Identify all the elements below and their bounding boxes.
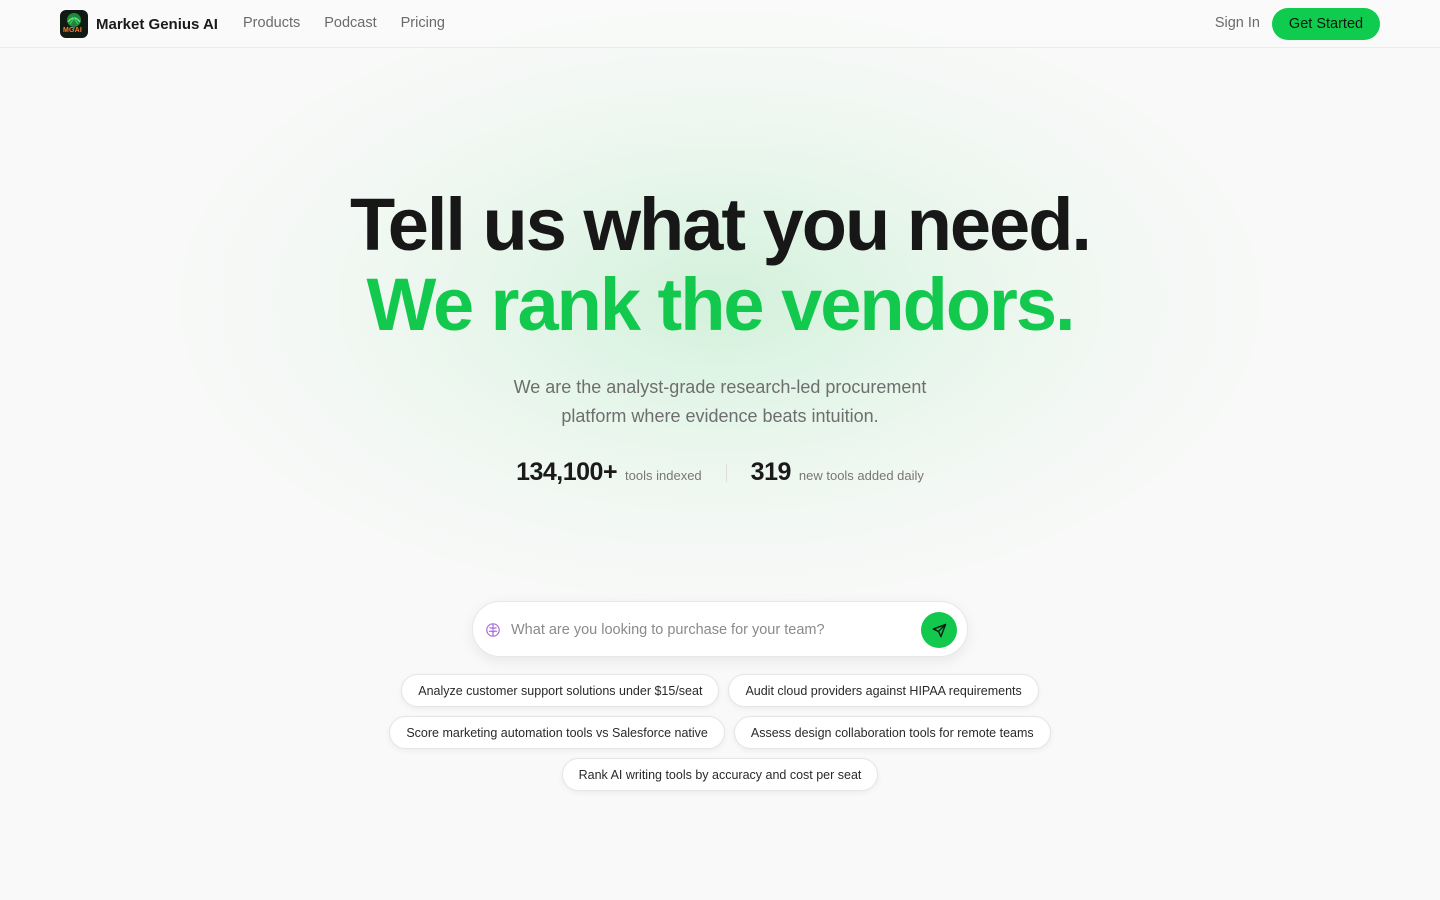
nav-podcast[interactable]: Podcast [324, 15, 376, 31]
suggestion-chip[interactable]: Rank AI writing tools by accuracy and co… [561, 758, 879, 791]
chip-row: Analyze customer support solutions under… [0, 674, 1440, 707]
stat-divider [725, 463, 727, 482]
chip-row: Score marketing automation tools vs Sale… [0, 716, 1440, 749]
suggestion-chip[interactable]: Assess design collaboration tools for re… [733, 716, 1051, 749]
brand-name: Market Genius AI [96, 15, 218, 33]
stat-value: 319 [750, 458, 792, 486]
stat-label: tools indexed [625, 468, 702, 483]
search-input[interactable] [511, 615, 911, 645]
stat-label: new tools added daily [798, 468, 924, 483]
send-button[interactable] [921, 612, 957, 648]
brain-icon [485, 622, 501, 638]
stats-row: 134,100+ tools indexed 319 new tools add… [0, 458, 1440, 487]
suggestion-chip[interactable]: Score marketing automation tools vs Sale… [389, 716, 725, 749]
logo-icon: MGAI [60, 10, 88, 38]
stat-value: 134,100+ [516, 458, 618, 486]
stat-tools-indexed: 134,100+ tools indexed [516, 458, 702, 487]
search-box [472, 601, 968, 657]
hero-headline-line1: Tell us what you need. [350, 183, 1092, 266]
send-icon [932, 623, 947, 638]
stat-new-tools-daily: 319 new tools added daily [751, 458, 924, 487]
suggestion-chips: Analyze customer support solutions under… [0, 674, 1440, 800]
get-started-button[interactable]: Get Started [1272, 8, 1380, 40]
sign-in-link[interactable]: Sign In [1215, 15, 1260, 31]
main-nav: Products Podcast Pricing [243, 15, 445, 31]
logo-text: MGAI [63, 27, 83, 34]
nav-products[interactable]: Products [243, 15, 300, 31]
suggestion-chip[interactable]: Analyze customer support solutions under… [401, 674, 720, 707]
chip-row: Rank AI writing tools by accuracy and co… [0, 758, 1440, 791]
top-navigation-bar: MGAI Market Genius AI Products Podcast P… [0, 0, 1440, 48]
brand[interactable]: MGAI Market Genius AI [60, 10, 218, 38]
nav-pricing[interactable]: Pricing [401, 15, 445, 31]
hero: Tell us what you need. We rank the vendo… [0, 185, 1440, 431]
suggestion-chip[interactable]: Audit cloud providers against HIPAA requ… [728, 674, 1039, 707]
hero-subtitle: We are the analyst-grade research-led pr… [513, 377, 927, 426]
hero-headline-line2: We rank the vendors. [366, 263, 1075, 346]
